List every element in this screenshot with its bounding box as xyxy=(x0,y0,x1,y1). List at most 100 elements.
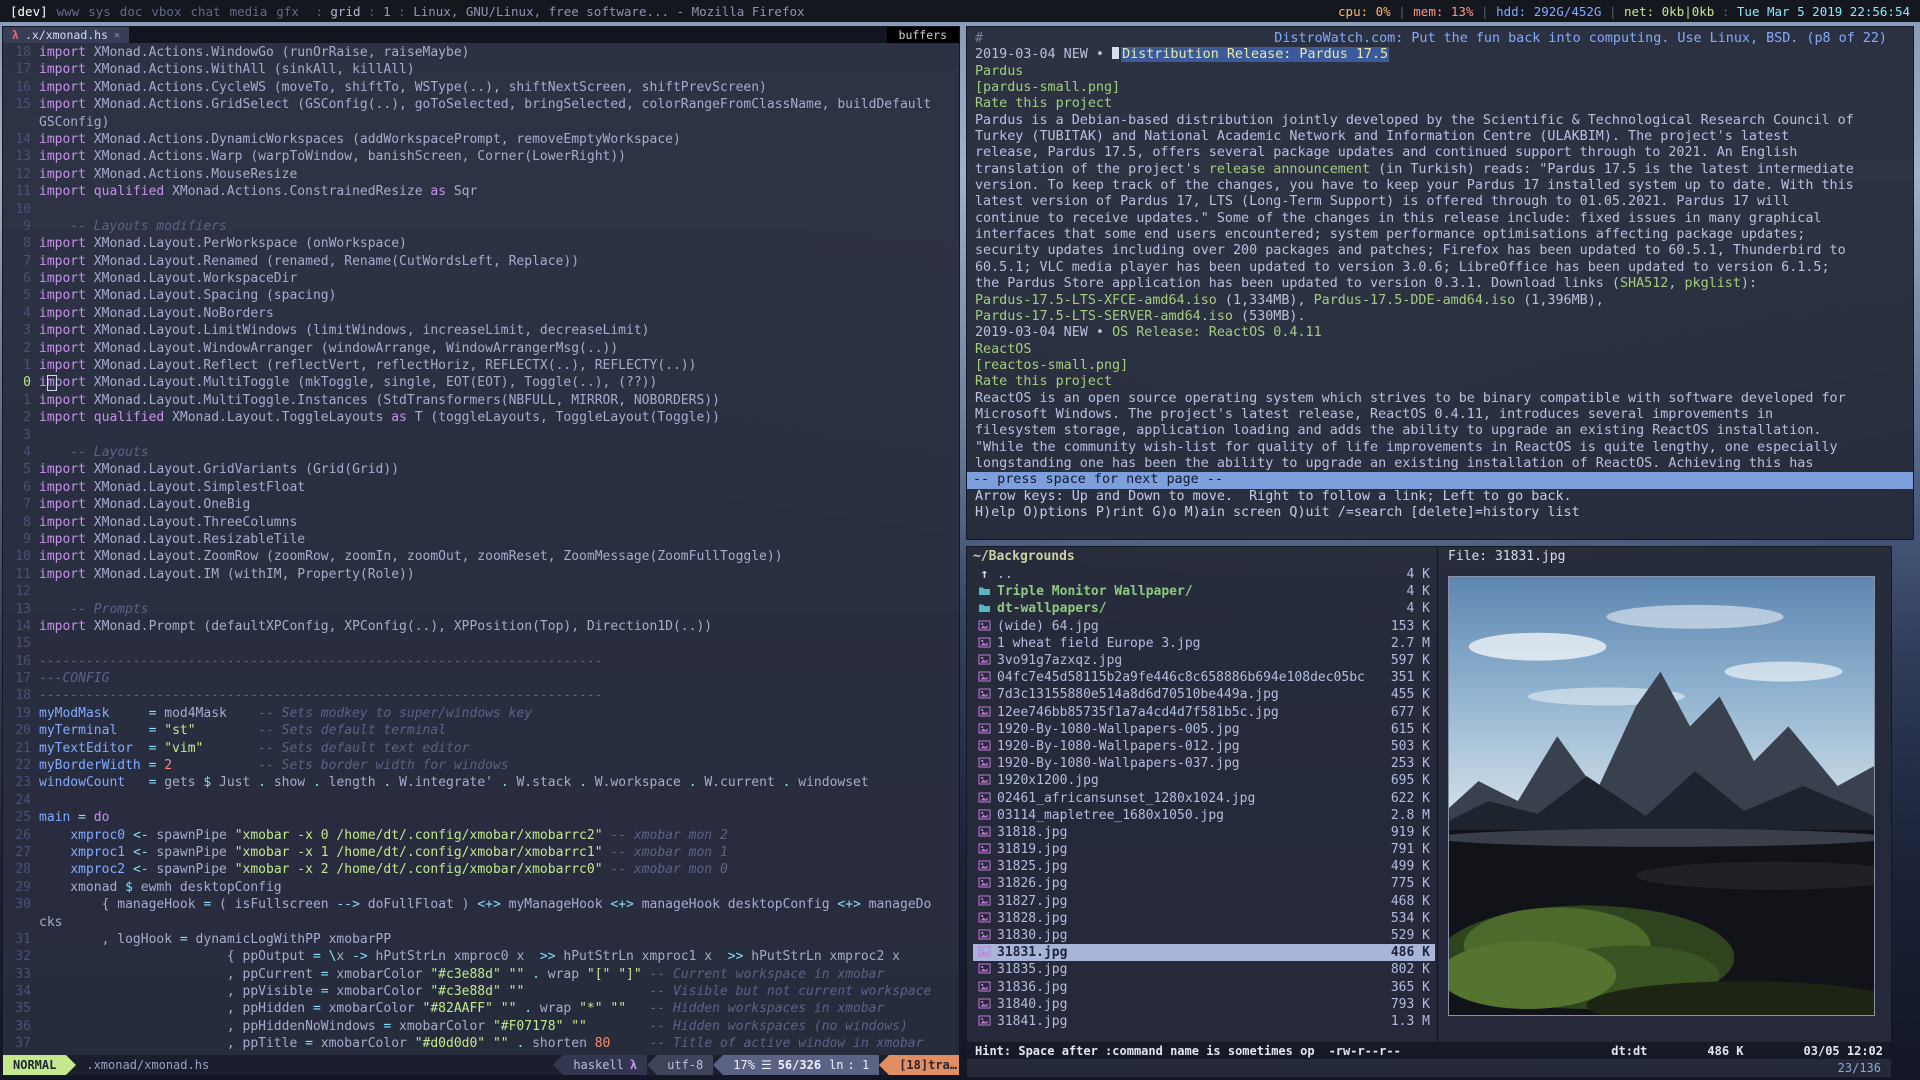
file-size: 499 K xyxy=(1391,859,1430,874)
text: security updates including over 200 pack… xyxy=(975,243,1846,258)
line-number xyxy=(9,914,39,931)
link[interactable]: OS Release: ReactOS 0.4.11 xyxy=(1112,325,1322,340)
file-row[interactable]: 03114_mapletree_1680x1050.jpg2.8 M xyxy=(973,807,1435,824)
workspace-tag[interactable]: vbox xyxy=(151,4,181,19)
file-row[interactable]: ↑..4 K xyxy=(973,566,1435,583)
text: version. To keep track of the changes, y… xyxy=(975,178,1854,193)
file-row[interactable]: 31826.jpg775 K xyxy=(973,875,1435,892)
code-line: 1import XMonad.Layout.MultiToggle.Instan… xyxy=(9,392,959,409)
browser-window[interactable]: # DistroWatch.com: Put the fun back into… xyxy=(966,26,1914,540)
workspace-tag[interactable]: gfx xyxy=(276,4,299,19)
link[interactable]: Pardus-17.5-LTS-XFCE-amd64.iso xyxy=(975,293,1217,308)
file-row[interactable]: dt-wallpapers/4 K xyxy=(973,600,1435,617)
link[interactable]: Pardus xyxy=(975,64,1023,79)
link[interactable]: ReactOS xyxy=(975,342,1031,357)
file-row[interactable]: 1920-By-1080-Wallpapers-005.jpg615 K xyxy=(973,721,1435,738)
file-row[interactable]: Triple Monitor Wallpaper/4 K xyxy=(973,583,1435,600)
file-row[interactable]: 31825.jpg499 K xyxy=(973,858,1435,875)
code-area[interactable]: 18import XMonad.Actions.WindowGo (runOrR… xyxy=(3,43,959,1055)
code-text: , ppVisible = xmobarColor "#c3e88d" "" -… xyxy=(39,983,959,1000)
workspace-tag[interactable]: www xyxy=(57,4,80,19)
stat-cpu: cpu: 0% xyxy=(1338,4,1391,19)
file-row[interactable]: 1 wheat field Europe 3.jpg2.7 M xyxy=(973,635,1435,652)
separator: | xyxy=(1474,4,1497,19)
file-row[interactable]: 04fc7e45d58115b2a9fe446c8c658886b694e108… xyxy=(973,669,1435,686)
buffers-button[interactable]: buffers xyxy=(887,27,959,43)
image-file-icon xyxy=(978,860,991,873)
file-row[interactable]: 1920x1200.jpg695 K xyxy=(973,772,1435,789)
file-row[interactable]: 31827.jpg468 K xyxy=(973,893,1435,910)
file-row[interactable]: 1920-By-1080-Wallpapers-012.jpg503 K xyxy=(973,738,1435,755)
link[interactable]: Distribution Release: Pardus 17.5 xyxy=(1121,47,1389,62)
link[interactable]: SHA512 xyxy=(1620,276,1668,291)
code-text: import XMonad.Layout.ResizableTile xyxy=(39,531,959,548)
text: , xyxy=(1668,276,1684,291)
code-text: import XMonad.Layout.Reflect (reflectVer… xyxy=(39,357,959,374)
separator: : xyxy=(391,4,414,19)
link[interactable]: Pardus-17.5-DDE-amd64.iso xyxy=(1314,293,1516,308)
code-line: 14import XMonad.Prompt (defaultXPConfig,… xyxy=(9,618,959,635)
line-number: 16 xyxy=(9,79,39,96)
link[interactable]: [pardus-small.png] xyxy=(975,80,1120,95)
file-row[interactable]: 02461_africansunset_1280x1024.jpg622 K xyxy=(973,789,1435,806)
file-size: 2.8 M xyxy=(1391,808,1430,823)
file-row[interactable]: 12ee746bb85735f1a7a4cd4d7f581b5c.jpg677 … xyxy=(973,704,1435,721)
line-number: 2 xyxy=(9,340,39,357)
text: ): xyxy=(1741,276,1757,291)
code-text: import XMonad.Layout.SimplestFloat xyxy=(39,479,959,496)
browser-help-line: Arrow keys: Up and Down to move. Right t… xyxy=(975,489,1905,505)
file-row[interactable]: 31828.jpg534 K xyxy=(973,910,1435,927)
line-number: 4 xyxy=(9,444,39,461)
text: latest version of Pardus 17, LTS (Long-T… xyxy=(975,194,1789,209)
file-row[interactable]: 31836.jpg365 K xyxy=(973,979,1435,996)
image-file-icon xyxy=(978,981,991,994)
workspace-tag[interactable]: doc xyxy=(120,4,143,19)
file-row[interactable]: 7d3c13155880e514a8d6d70510be449a.jpg455 … xyxy=(973,686,1435,703)
code-text: import XMonad.Layout.MultiToggle.Instanc… xyxy=(39,392,959,409)
editor-tab[interactable]: λ .x/xmonad.hs ✕ xyxy=(3,27,129,43)
workspace-tag[interactable]: chat xyxy=(190,4,220,19)
link[interactable]: release announcement xyxy=(1209,162,1370,177)
code-text: import XMonad.Actions.WindowGo (runOrRai… xyxy=(39,44,959,61)
code-text: import XMonad.Actions.Warp (warpToWindow… xyxy=(39,148,959,165)
layout-indicator[interactable]: grid xyxy=(330,4,360,19)
text-cursor xyxy=(1112,47,1119,59)
workspace-tag[interactable]: [dev] xyxy=(10,4,48,19)
code-line: 17---CONFIG xyxy=(9,670,959,687)
workspace-tag[interactable]: sys xyxy=(88,4,111,19)
powerline-arrow-icon xyxy=(66,1055,76,1075)
file-row[interactable]: 31835.jpg802 K xyxy=(973,961,1435,978)
stat-net: net: 0kb|0kb xyxy=(1624,4,1714,19)
link[interactable]: Pardus-17.5-LTS-SERVER-amd64.iso xyxy=(975,309,1233,324)
code-line: 16import XMonad.Actions.CycleWS (moveTo,… xyxy=(9,79,959,96)
file-row[interactable]: 31819.jpg791 K xyxy=(973,841,1435,858)
workspace-tag[interactable]: media xyxy=(230,4,268,19)
code-line: 10 xyxy=(9,201,959,218)
file-row[interactable]: 31840.jpg793 K xyxy=(973,996,1435,1013)
filemanager-window: ~/Backgrounds ↑..4 KTriple Monitor Wallp… xyxy=(966,546,1892,1078)
file-name: 1920-By-1080-Wallpapers-037.jpg xyxy=(997,756,1385,771)
code-line: 3 xyxy=(9,427,959,444)
file-row[interactable]: 31841.jpg1.3 M xyxy=(973,1013,1435,1030)
line-number: 32 xyxy=(9,948,39,965)
file-row[interactable]: 1920-By-1080-Wallpapers-037.jpg253 K xyxy=(973,755,1435,772)
text: 60.5.1; VLC media player has been update… xyxy=(975,260,1830,275)
file-row[interactable]: 31830.jpg529 K xyxy=(973,927,1435,944)
file-row[interactable]: 3vo91g7azxqz.jpg597 K xyxy=(973,652,1435,669)
file-row[interactable]: 31831.jpg486 K xyxy=(973,944,1435,961)
image-file-icon xyxy=(978,723,991,736)
file-list-pane[interactable]: ~/Backgrounds ↑..4 KTriple Monitor Wallp… xyxy=(967,547,1437,1042)
code-line: 18--------------------------------------… xyxy=(9,687,959,704)
link[interactable]: Rate this project xyxy=(975,374,1112,389)
code-line: 8import XMonad.Layout.ThreeColumns xyxy=(9,514,959,531)
link[interactable]: pkglist xyxy=(1684,276,1740,291)
file-row[interactable]: 31818.jpg919 K xyxy=(973,824,1435,841)
link[interactable]: [reactos-small.png] xyxy=(975,358,1128,373)
stat-mem: mem: 13% xyxy=(1413,4,1473,19)
file-row[interactable]: (wide) 64.jpg153 K xyxy=(973,618,1435,635)
link[interactable]: Rate this project xyxy=(975,96,1112,111)
file-name: Triple Monitor Wallpaper/ xyxy=(997,584,1401,599)
code-text: , logHook = dynamicLogWithPP xmobarPP xyxy=(39,931,959,948)
close-icon[interactable]: ✕ xyxy=(114,30,120,41)
filemanager-panes: ~/Backgrounds ↑..4 KTriple Monitor Wallp… xyxy=(967,547,1891,1042)
